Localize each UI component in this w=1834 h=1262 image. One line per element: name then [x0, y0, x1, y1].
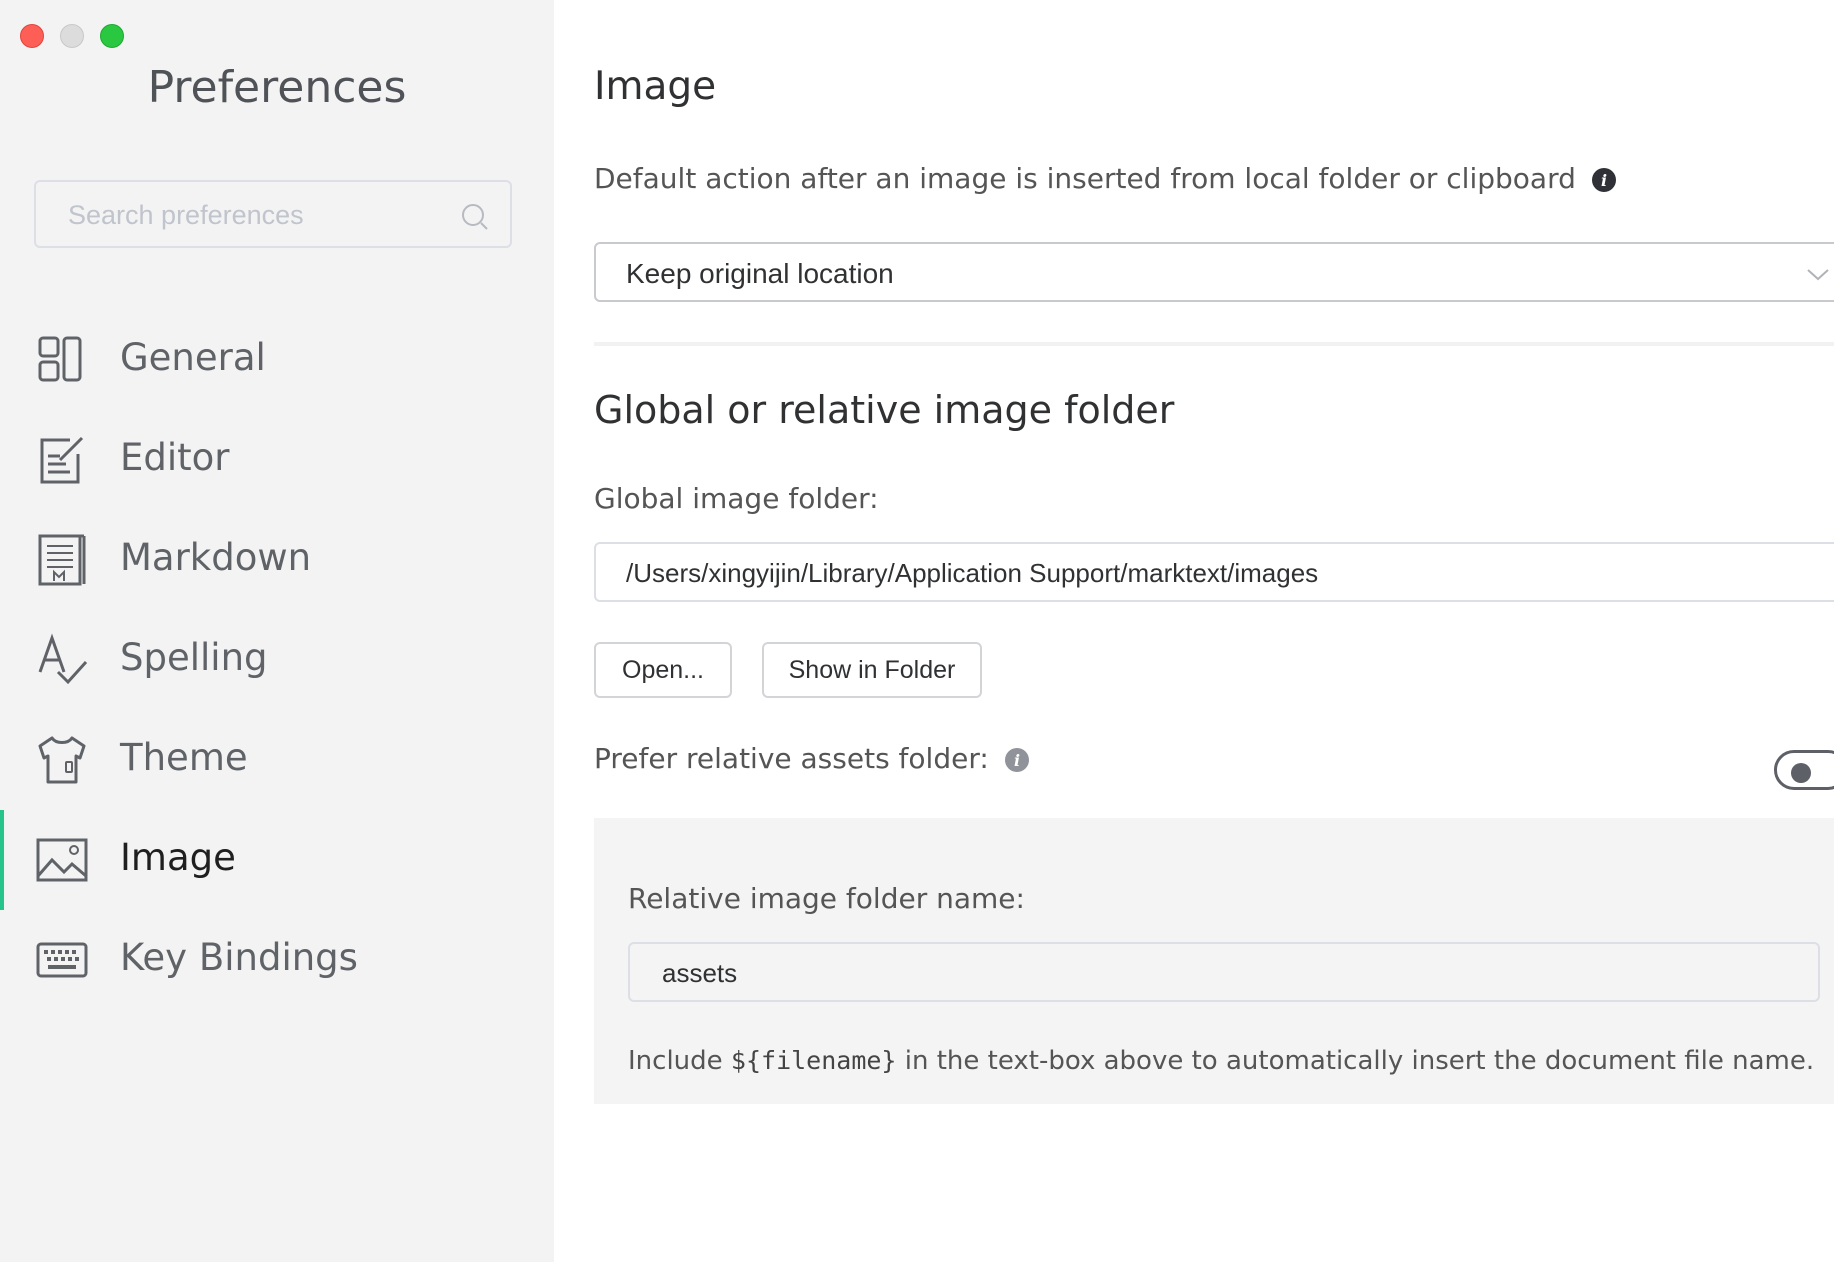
- section-divider: [594, 342, 1834, 346]
- theme-icon: [38, 736, 86, 784]
- show-in-folder-button[interactable]: Show in Folder: [762, 642, 982, 698]
- default-action-text: Default action after an image is inserte…: [594, 162, 1576, 195]
- note-prefix: Include: [628, 1046, 731, 1076]
- minimize-window-button[interactable]: [60, 24, 84, 48]
- sidebar-item-image[interactable]: Image: [0, 810, 554, 910]
- relative-folder-label: Relative image folder name:: [628, 882, 1025, 915]
- sidebar: Preferences General Editor: [0, 0, 554, 1262]
- sidebar-title: Preferences: [147, 62, 407, 113]
- relative-folder-panel: Relative image folder name: Include ${fi…: [594, 818, 1834, 1104]
- spelling-icon: [38, 633, 88, 685]
- default-action-value: Keep original location: [626, 258, 894, 289]
- global-folder-label: Global image folder:: [594, 482, 879, 515]
- open-button[interactable]: Open...: [594, 642, 732, 698]
- relative-folder-field: [628, 942, 1820, 1002]
- sidebar-item-key-bindings[interactable]: Key Bindings: [0, 910, 554, 1010]
- search-input[interactable]: [66, 182, 450, 248]
- markdown-icon: [38, 534, 86, 586]
- search-box: [34, 180, 512, 248]
- sidebar-item-editor[interactable]: Editor: [0, 410, 554, 510]
- keyboard-icon: [36, 942, 88, 978]
- sidebar-item-label: Key Bindings: [120, 936, 358, 979]
- svg-text:i: i: [1014, 751, 1020, 770]
- default-action-select[interactable]: Keep original location: [594, 242, 1834, 302]
- toggle-knob: [1791, 763, 1811, 783]
- main-panel: Image Default action after an image is i…: [594, 0, 1834, 1262]
- prefer-relative-toggle[interactable]: [1774, 750, 1834, 790]
- info-icon[interactable]: i: [1591, 167, 1617, 193]
- image-icon: [36, 838, 88, 882]
- prefer-relative-text: Prefer relative assets folder:: [594, 742, 989, 775]
- page-title: Image: [594, 64, 717, 109]
- sidebar-item-spelling[interactable]: Spelling: [0, 610, 554, 710]
- chevron-down-icon: [1807, 269, 1829, 281]
- svg-text:i: i: [1601, 171, 1607, 190]
- sidebar-item-markdown[interactable]: Markdown: [0, 510, 554, 610]
- close-window-button[interactable]: [20, 24, 44, 48]
- sidebar-item-label: Editor: [120, 436, 230, 479]
- section-title: Global or relative image folder: [594, 388, 1175, 432]
- global-folder-field: [594, 542, 1834, 602]
- note-suffix: in the text-box above to automatically i…: [896, 1046, 1815, 1076]
- sidebar-item-general[interactable]: General: [0, 310, 554, 410]
- editor-icon: [40, 436, 84, 484]
- info-icon[interactable]: i: [1004, 747, 1030, 773]
- default-action-label: Default action after an image is inserte…: [594, 162, 1617, 195]
- prefer-relative-label: Prefer relative assets folder: i: [594, 742, 1030, 775]
- sidebar-item-label: Image: [120, 836, 236, 879]
- filename-token: ${filename}: [730, 1046, 897, 1075]
- general-icon: [38, 336, 82, 382]
- sidebar-item-label: Spelling: [120, 636, 268, 679]
- maximize-window-button[interactable]: [100, 24, 124, 48]
- sidebar-item-label: Markdown: [120, 536, 312, 579]
- global-folder-input[interactable]: [624, 544, 1808, 602]
- search-icon: [462, 204, 488, 230]
- sidebar-item-theme[interactable]: Theme: [0, 710, 554, 810]
- sidebar-item-label: Theme: [120, 736, 248, 779]
- relative-folder-input[interactable]: [660, 944, 1764, 1002]
- sidebar-nav: General Editor Markdown Spelling Theme I…: [0, 310, 554, 1010]
- sidebar-item-label: General: [120, 336, 266, 379]
- relative-folder-note: Include ${filename} in the text-box abov…: [628, 1046, 1814, 1076]
